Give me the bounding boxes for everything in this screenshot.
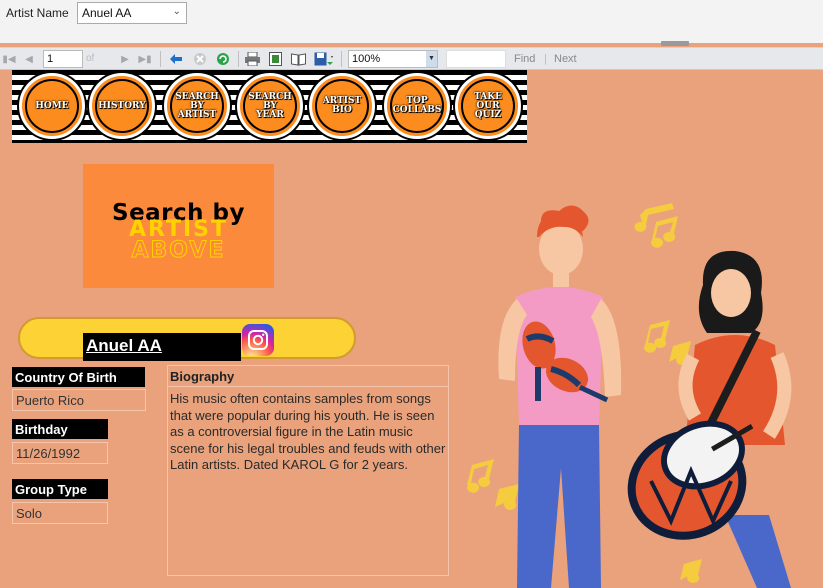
nav-take-our-quiz-button[interactable]: TAKE OUR QUIZ (455, 73, 521, 139)
country-of-birth-value: Puerto Rico (12, 389, 146, 411)
nav-search-by-year-button[interactable]: SEARCH BY YEAR (237, 73, 303, 139)
birthday-label: Birthday (12, 419, 108, 439)
nav-artist-bio-button[interactable]: ARTIST BIO (309, 73, 375, 139)
find-separator: | (544, 53, 547, 65)
zoom-value: 100% (352, 53, 381, 65)
country-of-birth-label: Country Of Birth (12, 367, 145, 387)
biography-text: His music often contains samples from so… (170, 391, 446, 473)
stop-icon[interactable] (192, 51, 208, 67)
nav-home-button[interactable]: HOME (19, 73, 85, 139)
group-type-label: Group Type (12, 479, 108, 499)
artist-name-box: Anuel AA (83, 333, 241, 361)
biography-label: Biography (168, 366, 448, 387)
refresh-icon[interactable] (215, 51, 231, 67)
chevron-down-icon: ⌄ (172, 6, 181, 17)
page-number-input[interactable] (43, 50, 83, 68)
find-next-link[interactable]: Next (554, 53, 577, 65)
search-by-artist-banner: Search by ARTIST ABOVE (83, 164, 274, 288)
artist-name-selected: Anuel AA (82, 6, 132, 20)
find-link[interactable]: Find (514, 53, 535, 65)
parameter-bar: Artist Name Anuel AA ⌄ (0, 0, 823, 43)
parameter-collapse-handle[interactable] (661, 41, 689, 46)
report-toolbar: ▮◀ ◀ of ▶ ▶▮ 100% ▼ Find | Next (0, 47, 823, 70)
search-banner-line3: ABOVE (131, 238, 226, 264)
chevron-down-icon: ▼ (426, 51, 437, 67)
find-text-input[interactable] (446, 50, 506, 68)
group-type-value: Solo (12, 502, 108, 524)
last-page-icon[interactable]: ▶▮ (138, 51, 152, 67)
export-icon[interactable] (313, 51, 335, 67)
biography-panel: Biography His music often contains sampl… (167, 365, 449, 576)
birthday-value: 11/26/1992 (12, 442, 108, 464)
first-page-icon[interactable]: ▮◀ (2, 51, 16, 67)
instagram-icon[interactable] (242, 324, 274, 356)
back-icon[interactable] (169, 51, 183, 67)
nav-history-button[interactable]: HISTORY (89, 73, 155, 139)
zoom-dropdown[interactable]: 100% ▼ (348, 50, 438, 68)
navigation-banner: HOME HISTORY SEARCH BY ARTIST SEARCH BY … (12, 70, 527, 143)
maracas-player-figure (498, 205, 622, 588)
page-of-label: of (86, 53, 95, 64)
artist-name-label: Artist Name (6, 6, 69, 20)
print-icon[interactable] (244, 51, 260, 67)
page-setup-icon[interactable] (290, 51, 306, 67)
artist-name-dropdown[interactable]: Anuel AA ⌄ (77, 2, 187, 24)
print-layout-icon[interactable] (267, 51, 283, 67)
next-page-icon[interactable]: ▶ (118, 51, 132, 67)
drummer-figure (627, 250, 792, 588)
previous-page-icon[interactable]: ◀ (22, 51, 36, 67)
artist-name-link[interactable]: Anuel AA (86, 336, 162, 356)
nav-search-by-artist-button[interactable]: SEARCH BY ARTIST (164, 73, 230, 139)
nav-top-collabs-button[interactable]: TOP COLLABS (384, 73, 450, 139)
musicians-illustration (467, 203, 792, 588)
